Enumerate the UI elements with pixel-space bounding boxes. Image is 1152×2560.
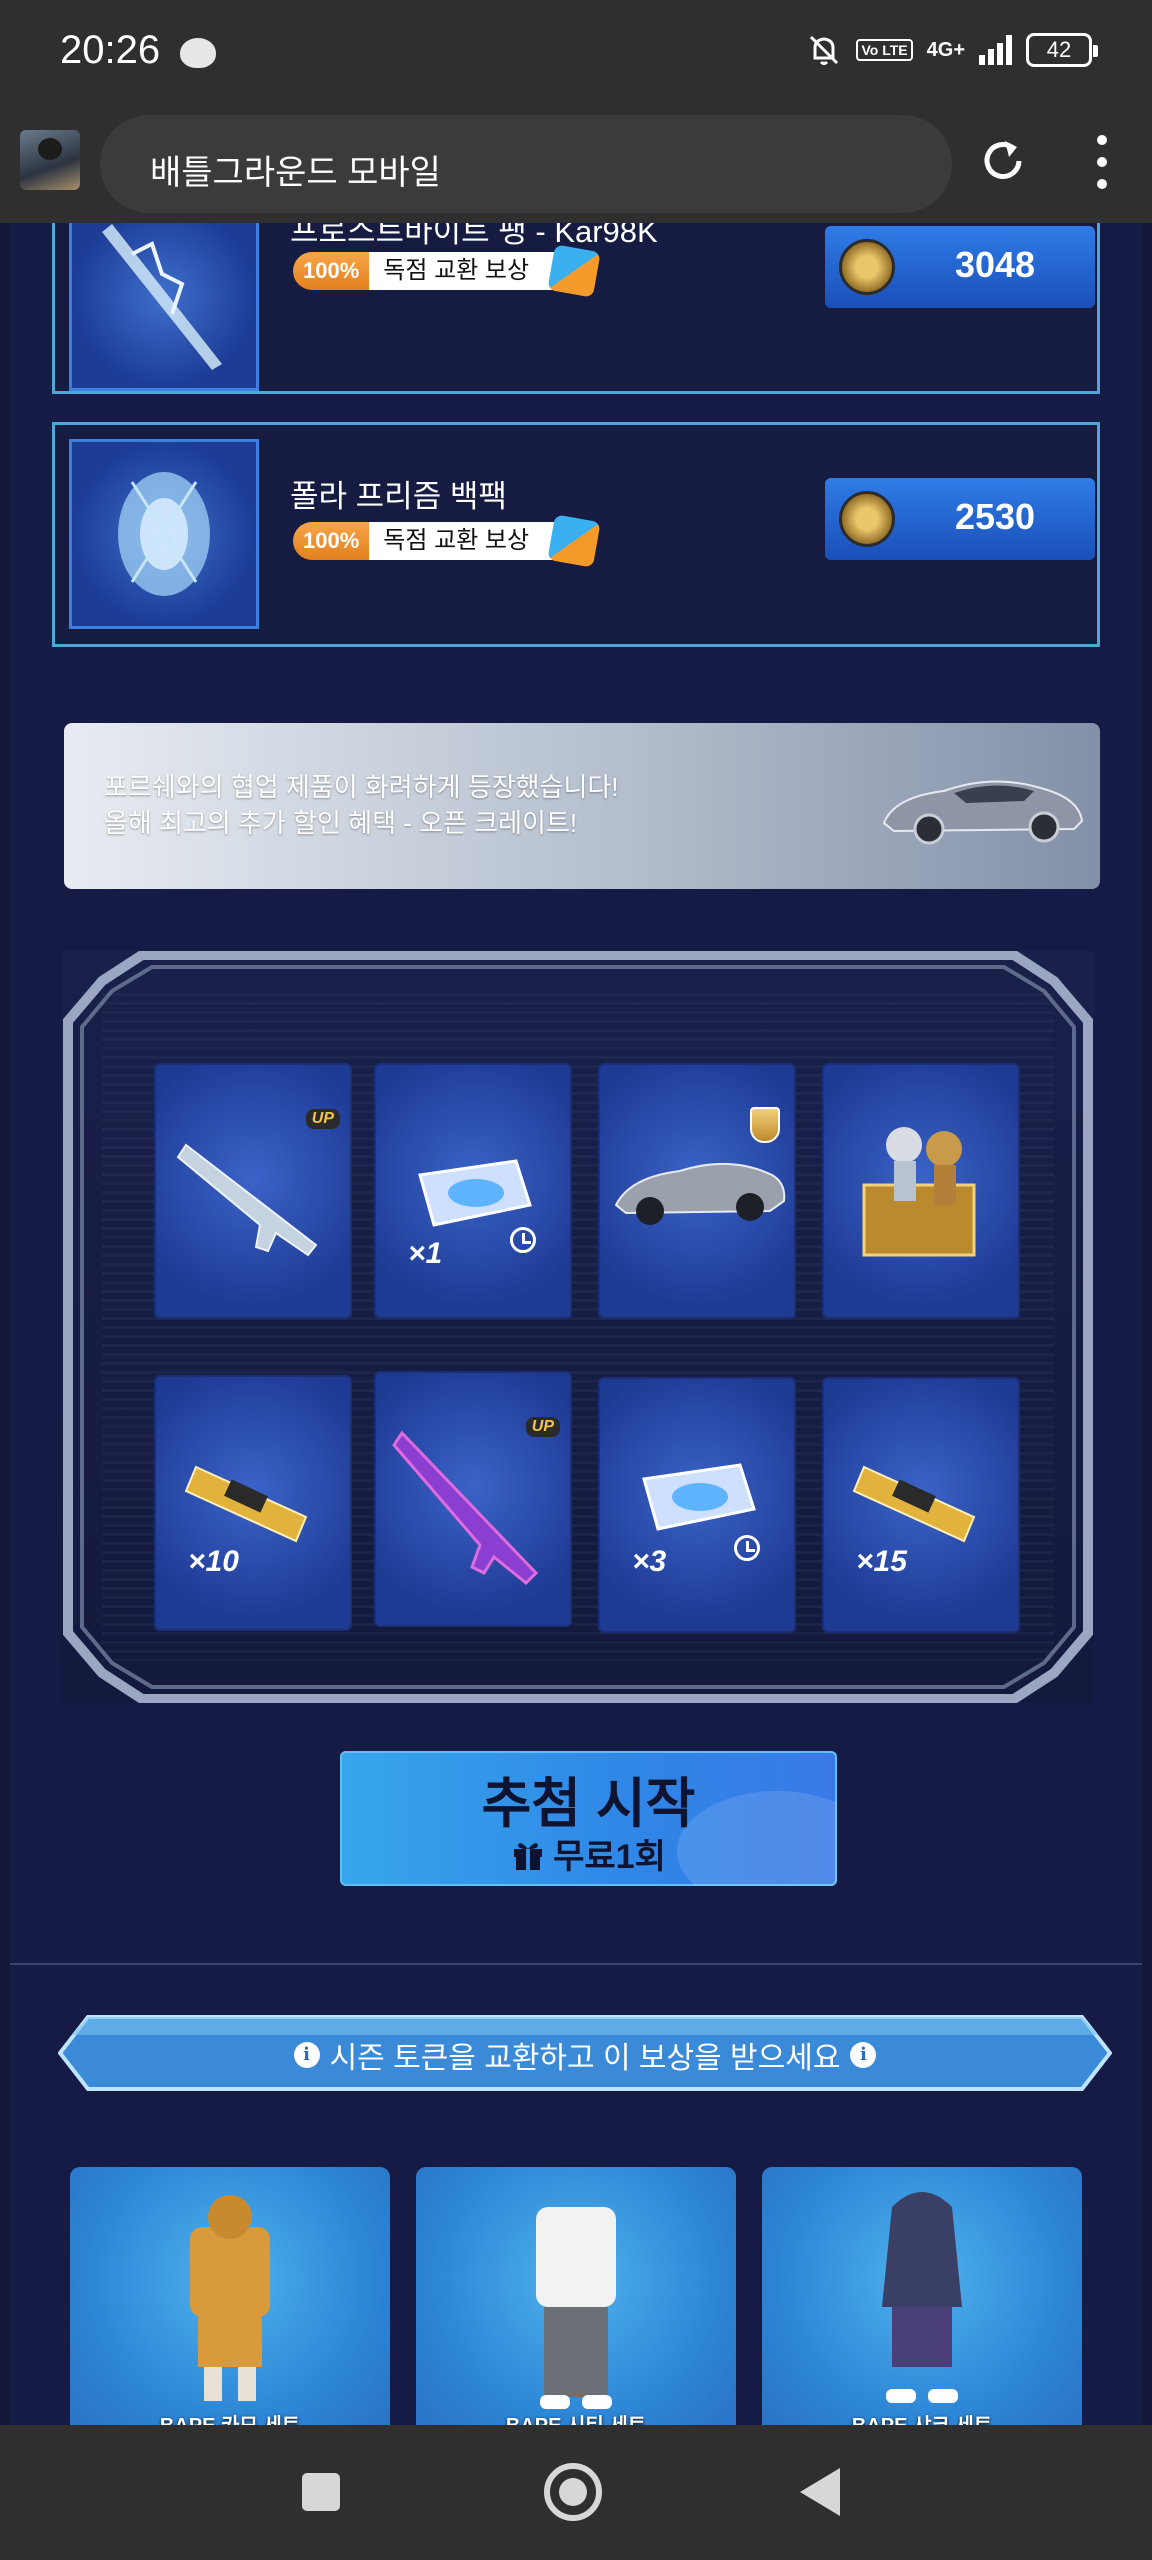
home-button[interactable] bbox=[544, 2463, 602, 2521]
reward-tag-label: 독점 교환 보상 bbox=[369, 252, 574, 290]
reward-name: 프로스트바이트 팽 - Kar98K bbox=[290, 223, 658, 249]
city-outfit-icon bbox=[536, 2207, 616, 2409]
info-icon[interactable]: i bbox=[293, 2042, 320, 2068]
crate-item-porsche-918[interactable] bbox=[600, 1065, 794, 1317]
price-value: 2530 bbox=[954, 496, 1036, 537]
gold-part-icon bbox=[852, 1465, 976, 1543]
exchange-price-button[interactable]: 2530 bbox=[825, 478, 1095, 560]
page-title: 배틀그라운드 모바일 bbox=[150, 154, 441, 192]
network-type: 4G+ bbox=[926, 38, 965, 61]
frost-rifle-icon bbox=[102, 224, 222, 370]
season-coin-icon bbox=[839, 491, 895, 547]
cat-notification-icon bbox=[180, 38, 216, 68]
exchange-reward-card: 폴라 프리즘 백팩 100% 독점 교환 보상 2530 bbox=[52, 422, 1100, 647]
web-content: 프로스트바이트 팽 - Kar98K 100% 독점 교환 보상 3048 폴라… bbox=[0, 223, 1152, 2425]
camo-outfit-icon bbox=[190, 2195, 270, 2401]
crate-item-gold-material-10[interactable]: ×10 bbox=[156, 1377, 350, 1629]
reward-name: 폴라 프리즘 백팩 bbox=[290, 479, 507, 514]
crate-item-outfit-box[interactable] bbox=[824, 1065, 1018, 1317]
more-menu-icon[interactable] bbox=[1090, 135, 1114, 189]
crate-item-m416-skin[interactable]: UP bbox=[156, 1065, 350, 1317]
free-draw-count: 무료1회 bbox=[553, 1838, 666, 1876]
banner-line-2: 올해 최고의 추가 할인 혜택 - 오픈 크레이트! bbox=[104, 808, 578, 838]
timer-icon bbox=[734, 1535, 760, 1561]
reload-icon[interactable] bbox=[975, 133, 1031, 189]
outfit-label: BAPE 시티 세트 bbox=[416, 2409, 736, 2425]
draw-subtitle: 무료1회 bbox=[340, 1829, 837, 1878]
porsche-car-icon bbox=[882, 780, 1084, 845]
season-coin-icon bbox=[839, 239, 895, 295]
reward-tag: 100% 독점 교환 보상 bbox=[293, 251, 574, 291]
reward-percent: 100% bbox=[293, 252, 370, 290]
gold-part-icon bbox=[184, 1465, 308, 1543]
banner-text: 포르쉐와의 협업 제품이 화려하게 등장했습니다! 올해 최고의 추가 할인 혜… bbox=[104, 769, 619, 841]
info-icon[interactable]: i bbox=[850, 2042, 877, 2068]
ribbon-text: 시즌 토큰을 교환하고 이 보상을 받으세요 bbox=[329, 2042, 841, 2075]
status-bar: 20:26 Vo LTE 4G+ 42 bbox=[0, 0, 1152, 105]
purple-rifle-icon bbox=[392, 1430, 539, 1586]
crate-item-ticket-3[interactable]: ×3 bbox=[600, 1379, 794, 1631]
outfit-label: BAPE 카모 세트 bbox=[70, 2409, 390, 2425]
reward-percent: 100% bbox=[293, 522, 370, 560]
status-time: 20:26 bbox=[60, 28, 161, 72]
outfit-card-city[interactable]: BAPE 시티 세트 bbox=[416, 2167, 736, 2425]
signal-icon bbox=[979, 35, 1012, 65]
outfit-chest-icon bbox=[862, 1127, 976, 1257]
event-page: 프로스트바이트 팽 - Kar98K 100% 독점 교환 보상 3048 폴라… bbox=[10, 223, 1142, 2425]
ticket-icon bbox=[418, 1159, 532, 1227]
address-bar[interactable]: 배틀그라운드 모바일 bbox=[100, 115, 952, 213]
backpack-image bbox=[69, 439, 259, 629]
upgrade-badge: UP bbox=[525, 1417, 560, 1437]
outfit-card-shark[interactable]: BAPE 샤크 세트 bbox=[762, 2167, 1082, 2425]
crate-item-gold-material-15[interactable]: ×15 bbox=[824, 1379, 1018, 1631]
crate-item-ticket-1[interactable]: ×1 bbox=[376, 1065, 570, 1317]
item-quantity: ×15 bbox=[856, 1545, 907, 1578]
upgrade-badge: UP bbox=[305, 1109, 340, 1129]
volte-icon: Vo LTE bbox=[856, 39, 913, 61]
banner-line-1: 포르쉐와의 협업 제품이 화려하게 등장했습니다! bbox=[104, 772, 619, 802]
item-quantity: ×3 bbox=[632, 1545, 667, 1578]
reward-tag-label: 독점 교환 보상 bbox=[369, 522, 574, 560]
ticket-icon bbox=[642, 1463, 756, 1531]
section-divider bbox=[10, 1963, 1142, 1965]
outfit-label: BAPE 샤크 세트 bbox=[762, 2409, 1082, 2425]
porsche-collab-banner[interactable]: 포르쉐와의 협업 제품이 화려하게 등장했습니다! 올해 최고의 추가 할인 혜… bbox=[64, 723, 1100, 889]
battery-icon: 42 bbox=[1026, 33, 1098, 67]
car-icon bbox=[614, 1162, 786, 1225]
prism-backpack-icon bbox=[118, 472, 210, 596]
porsche-crest-icon bbox=[750, 1107, 780, 1143]
rifle-icon bbox=[176, 1143, 318, 1257]
recent-apps-button[interactable] bbox=[302, 2473, 340, 2511]
timer-icon bbox=[510, 1227, 536, 1253]
ribbon-text-row: i 시즌 토큰을 교환하고 이 보상을 받으세요 i bbox=[58, 2033, 1112, 2077]
exchange-price-button[interactable]: 3048 bbox=[825, 226, 1095, 308]
shark-outfit-icon bbox=[882, 2192, 962, 2403]
start-draw-button[interactable]: 추첨 시작 무료1회 bbox=[340, 1751, 837, 1886]
site-favicon-icon[interactable] bbox=[20, 130, 80, 190]
item-quantity: ×10 bbox=[188, 1545, 239, 1578]
bell-muted-icon bbox=[810, 35, 839, 65]
status-icons: Vo LTE 4G+ 42 bbox=[806, 32, 1098, 68]
price-value: 3048 bbox=[954, 244, 1036, 285]
back-button[interactable] bbox=[800, 2468, 840, 2516]
kar98k-skin-image bbox=[69, 223, 259, 391]
gift-icon bbox=[514, 1842, 543, 1870]
draw-title: 추첨 시작 bbox=[481, 1774, 696, 1834]
item-quantity: ×1 bbox=[408, 1237, 443, 1270]
season-token-ribbon: i 시즌 토큰을 교환하고 이 보상을 받으세요 i bbox=[58, 2015, 1112, 2091]
crate-item-rifle-skin[interactable]: UP bbox=[376, 1373, 570, 1625]
reward-tag: 100% 독점 교환 보상 bbox=[293, 521, 574, 561]
open-crate-panel: UP ×1 ×10 UP ×3 ×15 bbox=[62, 951, 1094, 1703]
exchange-reward-card: 프로스트바이트 팽 - Kar98K 100% 독점 교환 보상 3048 bbox=[52, 223, 1100, 394]
browser-toolbar: 배틀그라운드 모바일 bbox=[0, 105, 1152, 223]
system-nav-bar bbox=[0, 2425, 1152, 2560]
outfit-card-camo[interactable]: BAPE 카모 세트 bbox=[70, 2167, 390, 2425]
